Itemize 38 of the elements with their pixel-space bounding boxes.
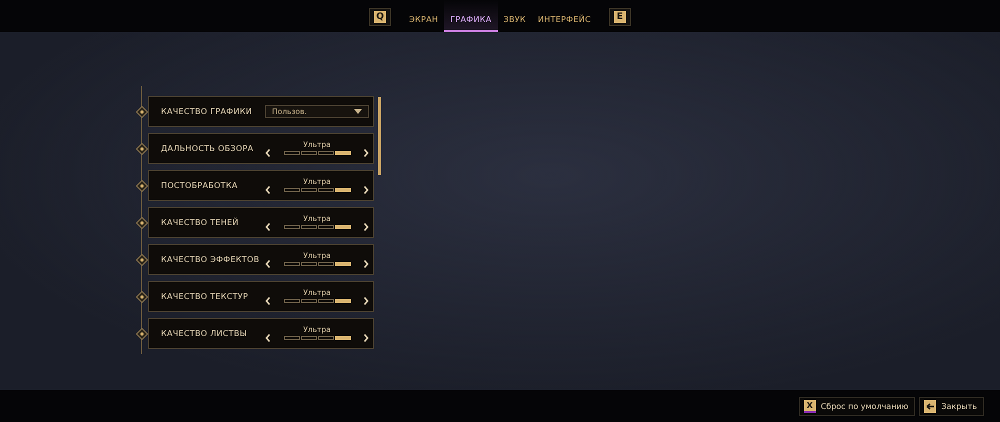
diamond-icon [136, 328, 148, 340]
left-arrow-button[interactable] [265, 334, 271, 342]
tab[interactable]: ЗВУК [498, 0, 532, 32]
left-arrow-button[interactable] [265, 297, 271, 305]
prev-tab-key[interactable]: Q [369, 8, 392, 26]
diamond-icon [136, 180, 148, 192]
scrollbar-thumb[interactable] [378, 97, 381, 175]
right-arrow-button[interactable] [363, 186, 369, 194]
diamond-icon [136, 290, 148, 302]
diamond-icon [136, 106, 148, 118]
close-button[interactable]: Закрыть [919, 396, 984, 416]
tab[interactable]: ГРАФИКА [444, 0, 498, 32]
setting-label: КАЧЕСТВО ГРАФИКИ [161, 107, 252, 116]
setting-label: КАЧЕСТВО ТЕКСТУР [161, 292, 248, 301]
setting-label: КАЧЕСТВО ТЕНЕЙ [161, 218, 239, 227]
left-arrow-button[interactable] [265, 149, 271, 157]
right-arrow-button[interactable] [363, 334, 369, 342]
setting-label: ДАЛЬНОСТЬ ОБЗОРА [161, 144, 254, 153]
setting-label: КАЧЕСТВО ЭФФЕКТОВ [161, 255, 260, 264]
next-tab-key[interactable]: E [608, 8, 631, 26]
right-arrow-button[interactable] [363, 149, 369, 157]
diamond-icon [136, 254, 148, 266]
dropdown-caret-icon [354, 109, 362, 114]
right-arrow-button[interactable] [363, 297, 369, 305]
tab[interactable]: ЭКРАН [403, 0, 444, 32]
left-arrow-button[interactable] [265, 186, 271, 194]
back-arrow-icon [924, 400, 936, 412]
setting-label: КАЧЕСТВО ЛИСТВЫ [161, 329, 248, 338]
diamond-icon [136, 142, 148, 154]
tab[interactable]: ИНТЕРФЕЙС [532, 0, 597, 32]
diamond-icon [136, 216, 148, 228]
reset-defaults-button[interactable]: X Сброс по умолчанию [798, 396, 916, 416]
right-arrow-button[interactable] [363, 260, 369, 268]
left-arrow-button[interactable] [265, 260, 271, 268]
key-icon: X [804, 400, 816, 412]
left-arrow-button[interactable] [265, 223, 271, 231]
setting-label: ПОСТОБРАБОТКА [161, 181, 238, 190]
right-arrow-button[interactable] [363, 223, 369, 231]
